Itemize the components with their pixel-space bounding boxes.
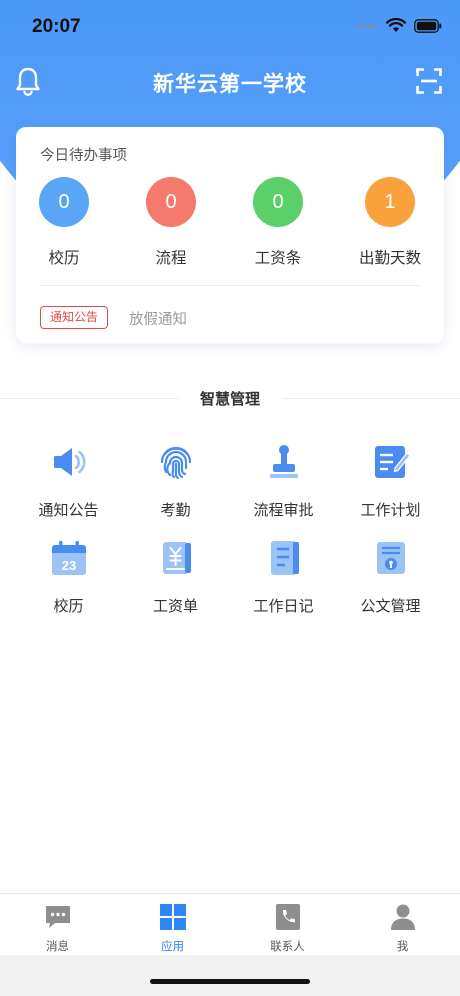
stat-label: 流程 (155, 249, 187, 267)
stat-count-badge: 0 (146, 177, 196, 227)
app-work-plan[interactable]: 工作计划 (333, 442, 448, 526)
status-icons (356, 18, 442, 33)
signal-icon (357, 23, 376, 28)
stat-attendance-days[interactable]: 1 出勤天数 (345, 177, 435, 268)
apps-grid-icon (159, 904, 186, 930)
tab-contacts[interactable]: 联系人 (230, 894, 345, 956)
tab-messages[interactable]: 消息 (0, 894, 115, 956)
scan-icon[interactable] (416, 68, 442, 94)
salary-book-icon (162, 542, 191, 574)
todo-card: 今日待办事项 0 校历 0 流程 0 工资条 1 出勤天数 通知公告 放假通知 (16, 127, 444, 343)
tab-bar: 消息 应用 联系人 我 (0, 893, 460, 955)
stat-count-badge: 1 (365, 177, 415, 227)
nav-bar: 新华云第一学校 (0, 56, 460, 108)
app-label: 流程审批 (253, 501, 314, 519)
tab-label: 联系人 (270, 939, 305, 953)
contacts-phone-icon (275, 904, 300, 930)
stat-count-badge: 0 (39, 177, 89, 227)
wifi-icon (386, 18, 406, 32)
stat-label: 出勤天数 (358, 249, 421, 267)
user-icon (390, 904, 415, 930)
card-divider (40, 285, 420, 286)
battery-icon (414, 18, 442, 33)
calendar-day: 23 (61, 558, 75, 573)
page-title: 新华云第一学校 (153, 72, 307, 96)
app-label: 考勤 (160, 501, 191, 519)
home-indicator-area (0, 955, 460, 996)
stat-workflow[interactable]: 0 流程 (126, 177, 216, 268)
calendar-icon: 23 (51, 541, 86, 575)
home-indicator[interactable] (150, 979, 310, 984)
tab-me[interactable]: 我 (345, 894, 460, 956)
app-work-diary[interactable]: 工作日记 (226, 538, 341, 622)
todo-title: 今日待办事项 (40, 148, 127, 164)
status-bar: 20:07 (0, 0, 460, 56)
notice-tag: 通知公告 (40, 306, 109, 329)
message-icon (45, 906, 70, 928)
stat-payslip[interactable]: 0 工资条 (233, 177, 323, 268)
tab-label: 消息 (46, 939, 69, 953)
stat-label: 校历 (48, 249, 80, 267)
plan-edit-icon (374, 446, 411, 478)
diary-icon (270, 541, 299, 575)
notice-link[interactable]: 放假通知 (129, 308, 187, 329)
stat-label: 工资条 (254, 249, 302, 267)
fingerprint-icon (160, 446, 191, 480)
app-label: 公文管理 (360, 597, 421, 615)
section-title: 智慧管理 (199, 390, 260, 408)
app-label: 工作日记 (253, 597, 314, 615)
tab-apps[interactable]: 应用 (115, 894, 230, 956)
document-icon (376, 542, 405, 574)
app-notice[interactable]: 通知公告 (11, 442, 126, 526)
stat-count-badge: 0 (253, 177, 303, 227)
status-time: 20:07 (32, 16, 81, 37)
app-attendance[interactable]: 考勤 (118, 442, 233, 526)
tab-label: 我 (396, 939, 409, 953)
speaker-icon (53, 448, 85, 476)
app-label: 工资单 (152, 597, 198, 615)
app-document[interactable]: 公文管理 (333, 538, 448, 622)
app-label: 通知公告 (38, 501, 99, 519)
app-approval[interactable]: 流程审批 (226, 442, 341, 526)
tab-label: 应用 (161, 939, 184, 953)
app-label: 工作计划 (360, 501, 421, 519)
stamp-icon (269, 445, 298, 478)
app-payroll[interactable]: 工资单 (118, 538, 233, 622)
stat-calendar[interactable]: 0 校历 (19, 177, 109, 268)
app-calendar[interactable]: 23 校历 (11, 538, 126, 622)
app-label: 校历 (53, 597, 84, 615)
